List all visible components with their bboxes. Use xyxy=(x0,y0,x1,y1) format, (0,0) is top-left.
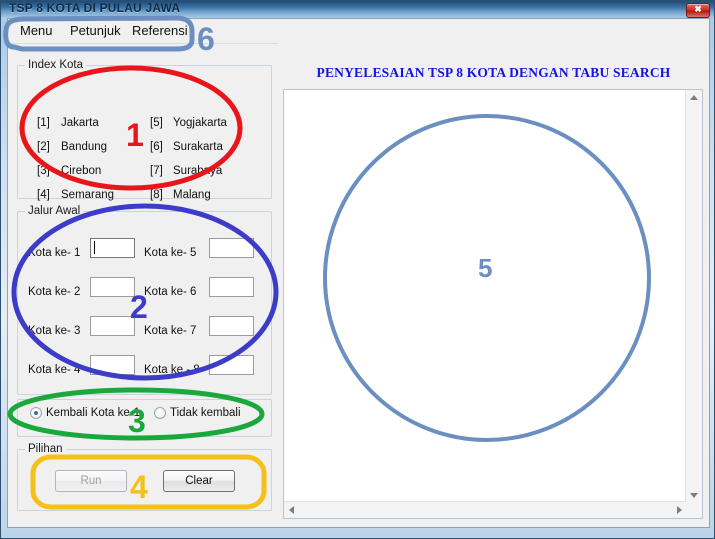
application-window: TSP 8 KOTA DI PULAU JAWA ✖ Menu Petunjuk… xyxy=(0,0,715,539)
city-index-3: [3] xyxy=(37,165,50,177)
vertical-scrollbar[interactable] xyxy=(685,90,702,503)
scroll-right-arrow-icon[interactable] xyxy=(677,506,682,514)
label-kota-ke-8: Kota ke - 8 xyxy=(144,364,200,376)
city-index-5: [5] xyxy=(150,117,163,129)
radio-kembali-label: Kembali Kota ke-1 xyxy=(46,407,140,419)
label-kota-ke-4: Kota ke- 4 xyxy=(28,364,81,376)
input-kota-ke-8[interactable] xyxy=(209,355,254,375)
label-kota-ke-5: Kota ke- 5 xyxy=(144,247,197,259)
menu-item-referensi[interactable]: Referensi xyxy=(126,22,194,40)
label-kota-ke-1: Kota ke- 1 xyxy=(28,247,81,259)
input-kota-ke-7[interactable] xyxy=(209,316,254,336)
client-area: Menu Petunjuk Referensi Index Kota [1] J… xyxy=(7,18,710,528)
right-panel: PENYELESAIAN TSP 8 KOTA DENGAN TABU SEAR… xyxy=(278,43,709,527)
input-kota-ke-4[interactable] xyxy=(90,355,135,375)
group-index-kota-label: Index Kota xyxy=(25,59,86,71)
city-name-5: Yogjakarta xyxy=(173,117,227,129)
city-name-8: Malang xyxy=(173,189,211,201)
input-kota-ke-5[interactable] xyxy=(209,238,254,258)
menu-item-menu[interactable]: Menu xyxy=(14,22,59,40)
scroll-up-arrow-icon[interactable] xyxy=(690,95,698,100)
window-title: TSP 8 KOTA DI PULAU JAWA xyxy=(9,1,181,15)
horizontal-scrollbar[interactable] xyxy=(284,501,687,518)
radio-kembali-kota-ke-1[interactable]: Kembali Kota ke-1 xyxy=(30,406,140,420)
scrollbar-corner xyxy=(686,502,702,518)
label-kota-ke-3: Kota ke- 3 xyxy=(28,325,81,337)
radio-tidak-kembali[interactable]: Tidak kembali xyxy=(154,406,241,420)
city-name-6: Surakarta xyxy=(173,141,223,153)
city-index-4: [4] xyxy=(37,189,50,201)
city-index-8: [8] xyxy=(150,189,163,201)
menu-item-petunjuk[interactable]: Petunjuk xyxy=(64,22,127,40)
radio-off-icon xyxy=(154,407,166,419)
group-pilihan-label: Pilihan xyxy=(25,443,66,455)
city-name-7: Surabaya xyxy=(173,165,223,177)
city-name-2: Bandung xyxy=(61,141,108,153)
city-index-7: [7] xyxy=(150,165,163,177)
city-name-1: Jakarta xyxy=(61,117,99,129)
label-kota-ke-6: Kota ke- 6 xyxy=(144,286,197,298)
menu-bar: Menu Petunjuk Referensi xyxy=(8,19,709,44)
input-kota-ke-1[interactable] xyxy=(90,238,135,258)
radio-tidak-kembali-label: Tidak kembali xyxy=(170,407,241,419)
label-kota-ke-2: Kota ke- 2 xyxy=(28,286,81,298)
run-button[interactable]: Run xyxy=(55,470,127,492)
close-icon[interactable]: ✖ xyxy=(686,3,710,18)
city-name-3: Cirebon xyxy=(61,165,102,177)
text-caret xyxy=(94,241,95,254)
input-kota-ke-3[interactable] xyxy=(90,316,135,336)
input-kota-ke-6[interactable] xyxy=(209,277,254,297)
scroll-left-arrow-icon[interactable] xyxy=(289,506,294,514)
city-index-6: [6] xyxy=(150,141,163,153)
city-name-4: Semarang xyxy=(61,189,115,201)
input-kota-ke-2[interactable] xyxy=(90,277,135,297)
scroll-down-arrow-icon[interactable] xyxy=(690,493,698,498)
city-index-2: [2] xyxy=(37,141,50,153)
radio-on-icon xyxy=(30,407,42,419)
group-index-kota xyxy=(17,65,272,199)
plot-canvas-container xyxy=(283,89,703,519)
panel-title: PENYELESAIAN TSP 8 KOTA DENGAN TABU SEAR… xyxy=(316,65,671,80)
title-bar: TSP 8 KOTA DI PULAU JAWA ✖ xyxy=(1,1,714,18)
label-kota-ke-7: Kota ke- 7 xyxy=(144,325,197,337)
city-index-1: [1] xyxy=(37,117,50,129)
plot-canvas xyxy=(284,90,687,503)
clear-button[interactable]: Clear xyxy=(163,470,235,492)
group-jalur-awal-label: Jalur Awal xyxy=(25,205,84,217)
